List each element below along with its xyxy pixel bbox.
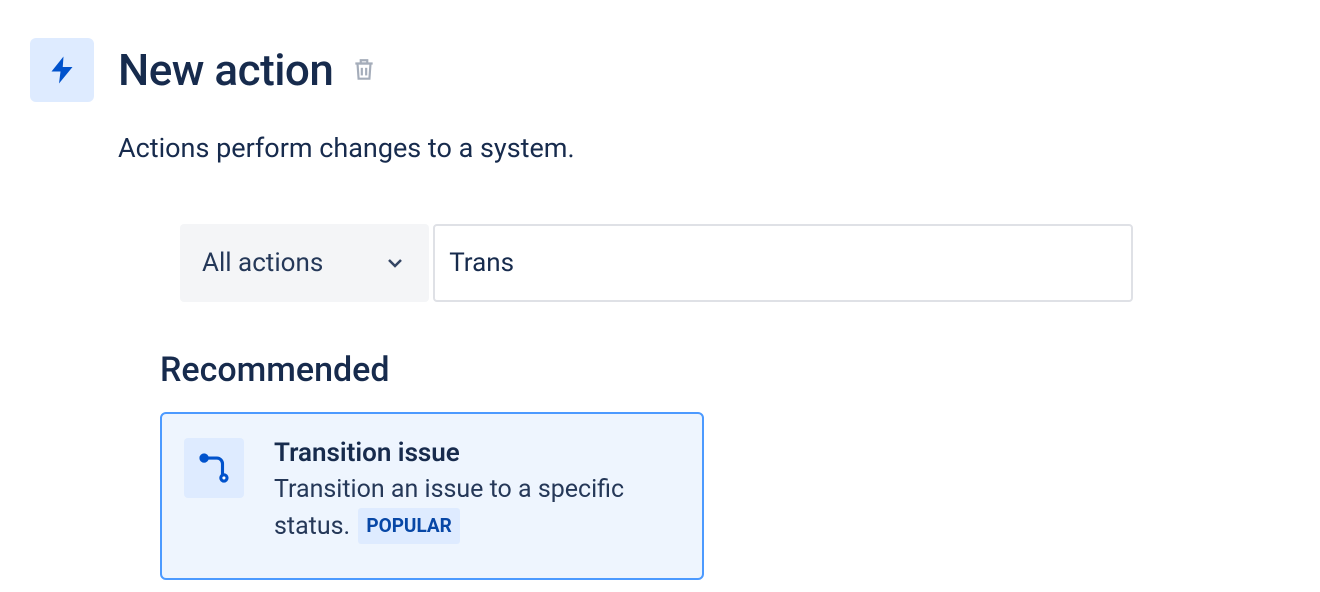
card-icon-box xyxy=(184,438,244,498)
page-title: New action xyxy=(118,44,333,96)
action-card-transition-issue[interactable]: Transition issue Transition an issue to … xyxy=(160,412,704,580)
popular-badge: POPULAR xyxy=(358,508,460,544)
action-category-dropdown[interactable]: All actions xyxy=(180,224,429,302)
page-description: Actions perform changes to a system. xyxy=(118,132,1290,164)
bolt-icon xyxy=(44,52,80,88)
dropdown-label: All actions xyxy=(202,248,323,278)
delete-button[interactable] xyxy=(351,57,377,83)
recommended-section-title: Recommended xyxy=(160,350,1290,390)
action-header-icon xyxy=(30,38,94,102)
card-description: Transition an issue to a specific status… xyxy=(274,472,680,546)
chevron-down-icon xyxy=(383,251,407,275)
transition-icon xyxy=(197,451,231,485)
card-title: Transition issue xyxy=(274,438,680,468)
trash-icon xyxy=(351,57,377,83)
search-input[interactable] xyxy=(433,224,1133,302)
